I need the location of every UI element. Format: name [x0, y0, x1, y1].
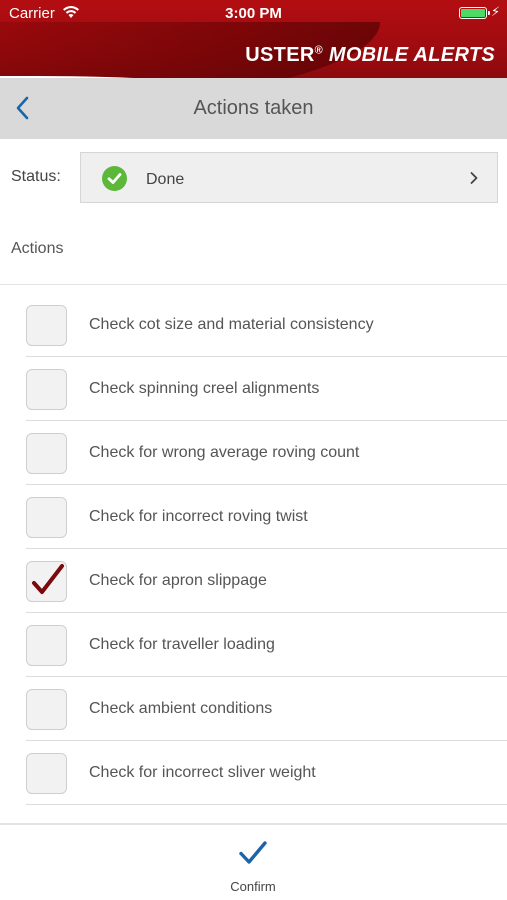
chevron-right-icon — [470, 172, 478, 184]
actions-list: Check cot size and material consistency C… — [0, 293, 507, 805]
checkbox[interactable] — [26, 369, 67, 410]
charging-icon: ⚡ — [491, 4, 501, 19]
checkbox-checked[interactable] — [26, 561, 67, 602]
action-item[interactable]: Check for apron slippage — [0, 549, 507, 613]
checkmark-icon — [239, 841, 267, 864]
checkbox[interactable] — [26, 625, 67, 666]
clock: 3:00 PM — [225, 5, 282, 22]
action-item[interactable]: Check spinning creel alignments — [0, 357, 507, 421]
confirm-button[interactable]: Confirm — [213, 834, 293, 894]
action-item-label: Check for wrong average roving count — [89, 444, 360, 461]
page-title: Actions taken — [193, 97, 314, 119]
checkbox[interactable] — [26, 753, 67, 794]
action-item[interactable]: Check for wrong average roving count — [0, 421, 507, 485]
nav-bar: Actions taken — [0, 78, 507, 139]
checkbox[interactable] — [26, 689, 67, 730]
action-item-label: Check for apron slippage — [89, 572, 267, 589]
checkbox[interactable] — [26, 497, 67, 538]
app-header: Carrier 3:00 PM ⚡ USTER® MOBILE ALERTS — [0, 0, 507, 86]
action-item-label: Check for traveller loading — [89, 636, 275, 653]
checkbox[interactable] — [26, 305, 67, 346]
action-item-label: Check spinning creel alignments — [89, 380, 320, 397]
toolbar-divider — [0, 823, 507, 825]
check-circle-icon — [102, 166, 127, 191]
actions-heading: Actions — [11, 240, 64, 257]
action-item[interactable]: Check for incorrect sliver weight — [0, 741, 507, 805]
action-item[interactable]: Check ambient conditions — [0, 677, 507, 741]
status-label: Status: — [11, 168, 61, 185]
divider — [0, 284, 507, 285]
action-item[interactable]: Check for traveller loading — [0, 613, 507, 677]
action-item[interactable]: Check for incorrect roving twist — [0, 485, 507, 549]
action-item-label: Check for incorrect roving twist — [89, 508, 308, 525]
status-bar: Carrier 3:00 PM ⚡ — [0, 0, 507, 28]
battery-icon — [459, 7, 490, 19]
confirm-label: Confirm — [230, 879, 276, 894]
action-item[interactable]: Check cot size and material consistency — [0, 293, 507, 357]
checkbox[interactable] — [26, 433, 67, 474]
status-select[interactable]: Done — [80, 152, 498, 203]
brand-logo: USTER® MOBILE ALERTS — [245, 44, 495, 66]
checkmark-icon — [32, 564, 64, 594]
action-item-label: Check for incorrect sliver weight — [89, 764, 316, 781]
action-item-label: Check ambient conditions — [89, 700, 273, 717]
row-divider — [26, 804, 507, 805]
status-value: Done — [146, 171, 185, 188]
action-item-label: Check cot size and material consistency — [89, 316, 374, 333]
